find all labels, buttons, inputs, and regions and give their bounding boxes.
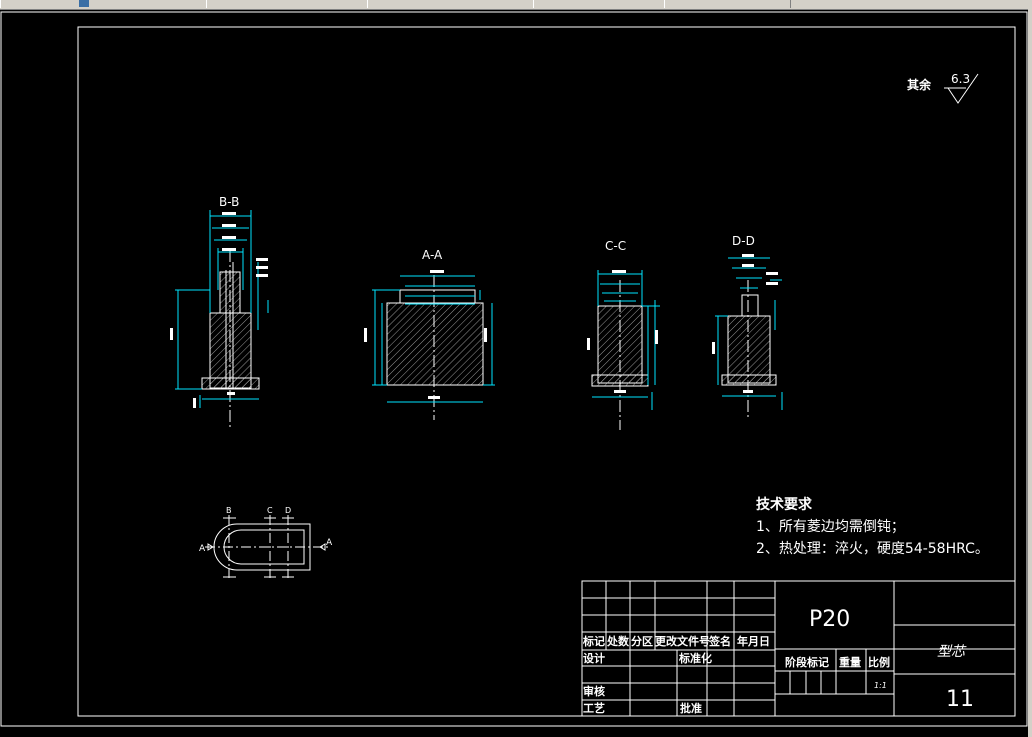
tech-requirement-item: 1、所有菱边均需倒钝；	[756, 519, 905, 535]
scale-value: 1:1	[874, 681, 887, 690]
section-aa-view	[364, 270, 495, 420]
header-mark: 标记	[582, 634, 605, 648]
row-process: 工艺	[583, 701, 605, 715]
cad-drawing-canvas[interactable]: 其余 6.3 B-B A-A C-C D-D A A B C D P20 型芯 …	[0, 0, 1032, 737]
row-standardization: 标准化	[678, 651, 712, 665]
header-count: 处数	[606, 634, 630, 648]
material-name: P20	[809, 607, 850, 632]
header-signature: 签名	[708, 634, 731, 648]
section-label-dd: D-D	[732, 234, 755, 248]
plan-view	[205, 515, 330, 578]
header-zone: 分区	[631, 634, 653, 648]
section-label-cc: C-C	[605, 239, 626, 253]
marker-d: D	[285, 506, 291, 515]
scale-label: 比例	[868, 655, 890, 669]
surface-note: 其余	[907, 77, 932, 92]
header-change-doc: 更改文件号	[655, 634, 710, 648]
part-name: 型芯	[937, 644, 967, 660]
weight-label: 重量	[839, 655, 861, 669]
outer-frame	[0, 11, 1028, 727]
header-date: 年月日	[737, 634, 770, 648]
section-label-bb: B-B	[219, 195, 239, 209]
section-dd-view	[712, 254, 783, 420]
marker-a-left: A	[199, 544, 206, 554]
stage-mark-label: 阶段标记	[785, 655, 829, 669]
marker-a-right: A	[326, 538, 333, 548]
sheet-number: 11	[946, 687, 974, 712]
tech-requirement-item: 2、热处理：淬火，硬度54-58HRC。	[756, 541, 989, 557]
marker-b: B	[226, 506, 232, 515]
section-cc-view	[587, 270, 660, 430]
surface-roughness-value: 6.3	[951, 72, 970, 86]
row-approve: 批准	[680, 701, 702, 715]
section-label-aa: A-A	[422, 248, 443, 262]
marker-c: C	[267, 506, 273, 515]
row-review: 审核	[583, 684, 605, 698]
row-design: 设计	[583, 651, 605, 665]
section-bb-view	[170, 210, 269, 430]
tech-requirements-title: 技术要求	[756, 497, 812, 513]
